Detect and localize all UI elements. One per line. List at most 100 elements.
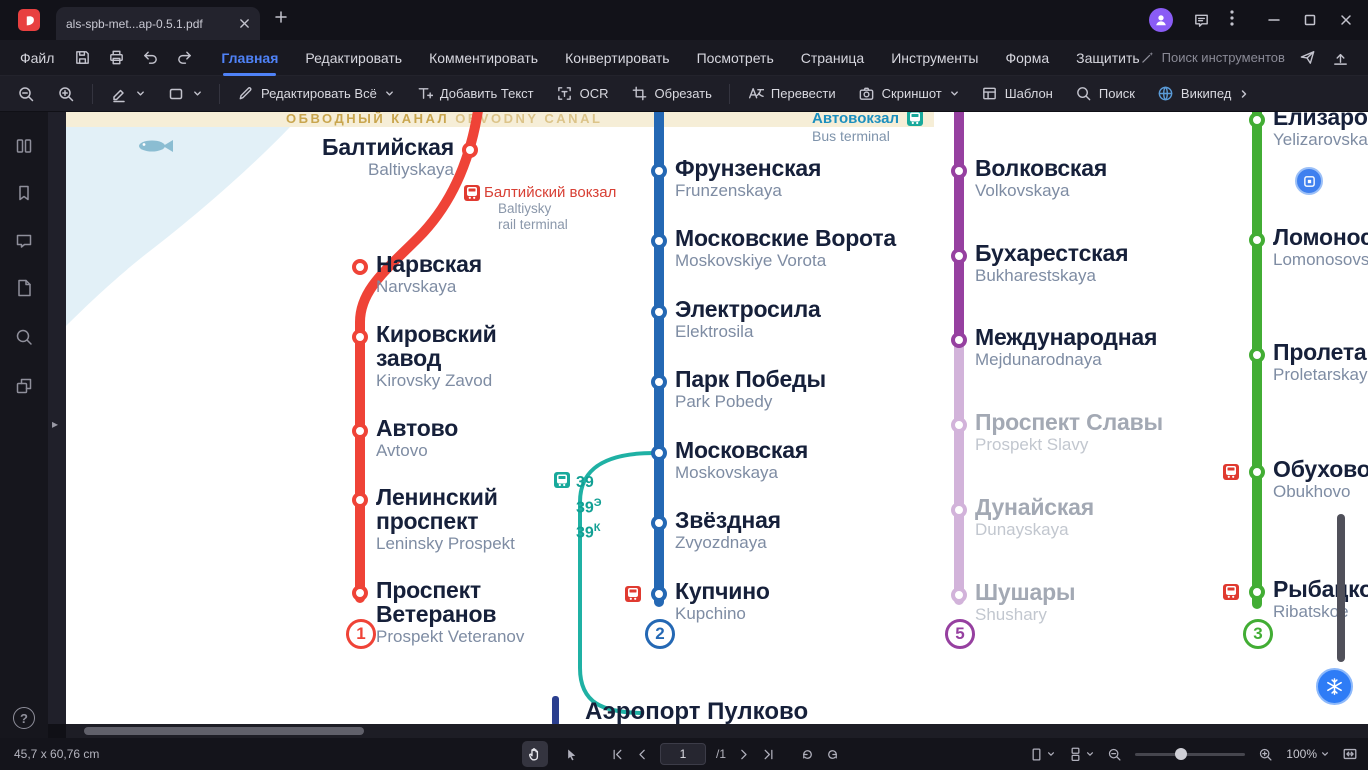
next-view-button[interactable]: [825, 747, 840, 762]
statusbar: 45,7 x 60,76 cm 1 /1 100%: [0, 738, 1368, 770]
upload-icon[interactable]: [1332, 49, 1349, 66]
line-badge: 2: [645, 619, 675, 649]
shape-tool-button[interactable]: [156, 80, 213, 108]
zoom-slider-thumb[interactable]: [1175, 748, 1188, 760]
floating-widget-button[interactable]: [1295, 167, 1323, 195]
rail-terminal-icon: [1223, 464, 1239, 480]
tool-search-input[interactable]: Поиск инструментов: [1140, 50, 1285, 65]
zoom-level-dropdown[interactable]: 100%: [1286, 747, 1329, 761]
left-sidebar: ?: [0, 112, 48, 738]
station-dot: [352, 492, 368, 508]
zoom-slider[interactable]: [1135, 748, 1246, 760]
ocr-button[interactable]: OCR: [545, 80, 620, 108]
tab-close-icon[interactable]: [239, 18, 250, 29]
panel-collapse-arrow[interactable]: ▸: [52, 417, 58, 431]
screenshot-button[interactable]: Скриншот: [847, 80, 970, 108]
zoom-out-tool-button[interactable]: [6, 80, 46, 108]
menu-items: Главная Редактировать Комментировать Кон…: [221, 50, 1140, 76]
bus-route-label: 39К: [576, 522, 601, 542]
menu-home[interactable]: Главная: [221, 50, 278, 76]
search-button[interactable]: Поиск: [1064, 80, 1146, 108]
comments-icon[interactable]: [14, 231, 34, 251]
prev-view-button[interactable]: [800, 747, 815, 762]
help-button[interactable]: ?: [13, 707, 35, 729]
undo-icon[interactable]: [142, 49, 159, 66]
single-page-view-button[interactable]: [1029, 747, 1055, 762]
feedback-icon[interactable]: [1193, 12, 1210, 29]
select-tool-button[interactable]: [99, 80, 156, 108]
avatar[interactable]: [1149, 8, 1173, 32]
page-number-input[interactable]: 1: [660, 743, 706, 765]
minimize-button[interactable]: [1266, 12, 1282, 28]
station-label: Автово Avtovo: [376, 415, 459, 460]
baltiysky-terminal-label: Балтийский вокзал Baltiysky rail termina…: [484, 184, 617, 232]
station-label: Международная Mejdunarodnaya: [975, 324, 1158, 369]
zoom-out-button[interactable]: [1107, 747, 1122, 762]
horizontal-scrollbar-thumb[interactable]: [84, 727, 364, 735]
zoom-in-tool-button[interactable]: [46, 80, 86, 108]
continuous-view-button[interactable]: [1068, 747, 1094, 762]
select-cursor-button[interactable]: [558, 741, 584, 767]
station-label: ПролетарскаяProletarskaya: [1273, 339, 1368, 384]
vertical-scrollbar[interactable]: [1337, 514, 1345, 662]
menu-edit[interactable]: Редактировать: [305, 50, 402, 66]
edit-all-button[interactable]: Редактировать Всё: [226, 80, 405, 108]
bookmarks-icon[interactable]: [14, 183, 34, 203]
station-label: Электросила Elektrosila: [675, 296, 821, 341]
template-button[interactable]: Шаблон: [970, 80, 1064, 108]
menu-view[interactable]: Посмотреть: [697, 50, 774, 66]
station-dot: [1249, 464, 1265, 480]
prev-page-button[interactable]: [635, 747, 650, 762]
menu-convert[interactable]: Конвертировать: [565, 50, 670, 66]
app-window: als-spb-met...ap-0.5.1.pdf Файл Главная …: [0, 0, 1368, 770]
menu-comment[interactable]: Комментировать: [429, 50, 538, 66]
translate-button[interactable]: Перевести: [736, 80, 847, 108]
station-label: Московская Moskovskaya: [675, 437, 809, 482]
horizontal-scrollbar-track[interactable]: [66, 724, 1368, 738]
station-label: Шушары Shushary: [975, 579, 1076, 624]
next-page-button[interactable]: [736, 747, 751, 762]
add-text-button[interactable]: Добавить Текст: [405, 80, 545, 108]
bus-icon: [554, 472, 570, 488]
pdf-page-metro-map[interactable]: ОБВОДНЫЙ КАНАЛ OBVODNY CANAL Балтийская B…: [66, 112, 1368, 724]
redo-icon[interactable]: [176, 49, 193, 66]
attachments-icon[interactable]: [14, 278, 34, 298]
crop-button[interactable]: Обрезать: [620, 80, 723, 108]
wikipedia-button[interactable]: Википед: [1146, 80, 1260, 108]
bus-route-label: 39: [576, 474, 594, 491]
send-icon[interactable]: [1299, 49, 1316, 66]
menu-protect[interactable]: Защитить: [1076, 50, 1140, 66]
station-label: Фрунзенская Frunzenskaya: [675, 155, 822, 200]
station-dot: [951, 502, 967, 518]
template-icon: [982, 87, 996, 100]
zoom-in-button[interactable]: [1258, 747, 1273, 762]
thumbnails-icon[interactable]: [14, 136, 34, 156]
search-panel-icon[interactable]: [14, 327, 34, 347]
menu-file[interactable]: Файл: [0, 50, 74, 66]
document-tab[interactable]: als-spb-met...ap-0.5.1.pdf: [56, 7, 260, 40]
app-logo-icon[interactable]: [18, 9, 40, 31]
line-badge: 1: [346, 619, 376, 649]
station-dot: [352, 329, 368, 345]
menu-tools[interactable]: Инструменты: [891, 50, 978, 66]
first-page-button[interactable]: [610, 747, 625, 762]
stamps-icon[interactable]: [14, 376, 34, 396]
new-tab-button[interactable]: [274, 10, 288, 24]
fit-width-button[interactable]: [1342, 746, 1358, 762]
print-icon[interactable]: [108, 49, 125, 66]
menu-form[interactable]: Форма: [1006, 50, 1050, 66]
close-button[interactable]: [1338, 12, 1354, 28]
translate-icon: [748, 88, 764, 99]
hand-tool-button[interactable]: [522, 741, 548, 767]
add-text-icon: [418, 88, 433, 99]
bus-terminal-label: Автовокзал Bus terminal: [812, 112, 923, 145]
kebab-menu-icon[interactable]: [1230, 9, 1234, 31]
maximize-button[interactable]: [1302, 12, 1318, 28]
titlebar: als-spb-met...ap-0.5.1.pdf: [0, 0, 1368, 40]
save-icon[interactable]: [74, 49, 91, 66]
last-page-button[interactable]: [761, 747, 776, 762]
camera-icon: [859, 87, 873, 100]
tab-title: als-spb-met...ap-0.5.1.pdf: [66, 16, 203, 31]
snowflake-button[interactable]: [1316, 668, 1353, 705]
menu-page[interactable]: Страница: [801, 50, 864, 66]
